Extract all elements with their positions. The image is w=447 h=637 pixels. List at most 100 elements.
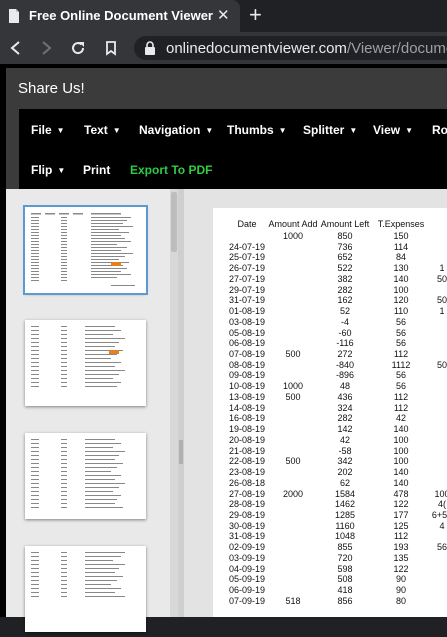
- menu-rotate[interactable]: Ro: [432, 123, 447, 137]
- table-cell: 20-08-19: [228, 434, 266, 445]
- table-cell: 4: [439, 520, 445, 531]
- table-cell: 100: [434, 488, 447, 499]
- table-cell: 31-08-19: [228, 531, 266, 542]
- table-cell: 140: [393, 424, 409, 435]
- export-to-pdf-button[interactable]: Export To PDF: [130, 163, 212, 177]
- close-tab-icon[interactable]: ✕: [217, 6, 230, 24]
- table-cell: 03-09-19: [228, 552, 266, 563]
- table-cell: 09-08-19: [228, 370, 266, 381]
- table-cell: 1: [439, 263, 445, 274]
- thumbnail-preview: [31, 213, 135, 286]
- table-header-cell: T.Expenses: [377, 219, 425, 229]
- document-page: Date Amount Add Amount Left T.Expenses 1000 8…: [213, 208, 447, 617]
- reload-icon[interactable]: [70, 40, 86, 56]
- table-cell: 50: [436, 295, 447, 306]
- url-text: onlinedocumentviewer.com/Viewer/documen: [166, 40, 447, 57]
- lock-icon: [145, 41, 155, 55]
- table-cell: 26-07-19: [228, 263, 266, 274]
- table-cell: 50: [436, 359, 447, 370]
- table-cell: 100: [393, 284, 409, 295]
- table-cell: 06-08-19: [228, 338, 266, 349]
- thumbnail-preview: [31, 439, 125, 508]
- table-cell: 90: [395, 574, 406, 585]
- thumbnail-preview: [31, 326, 125, 387]
- table-cell: 4(: [437, 499, 446, 510]
- table-cell: 23-08-19: [228, 467, 266, 478]
- table-cell: 56: [395, 338, 406, 349]
- page-thumbnail-1[interactable]: [23, 205, 148, 295]
- browser-tab-strip: Free Online Document Viewer ✕ +: [0, 0, 447, 32]
- table-cell: 150: [393, 231, 409, 241]
- table-cell: 42: [395, 413, 406, 424]
- table-cell: 24-07-19: [228, 241, 266, 252]
- table-cell: 112: [393, 349, 409, 360]
- table-cell: 6+56: [431, 509, 447, 520]
- table-cell: 112: [393, 402, 409, 413]
- viewer-menubar: File ▼ Text ▼ Navigation ▼ Thumbs ▼ Splitter…: [19, 109, 447, 189]
- page-thumbnail-2[interactable]: [25, 320, 146, 406]
- sidebar-scrollbar[interactable]: [170, 189, 178, 617]
- menu-flip[interactable]: Flip ▼: [31, 163, 65, 177]
- menu-file[interactable]: File ▼: [31, 123, 65, 137]
- table-cell: 26-08-18: [228, 477, 266, 488]
- table-cell: 06-09-19: [228, 585, 266, 596]
- browser-tab[interactable]: Free Online Document Viewer ✕: [0, 0, 240, 32]
- table-cell: 05-09-19: [228, 574, 266, 585]
- table-cell: 50: [436, 273, 447, 284]
- table-cell: 100: [393, 434, 409, 445]
- table-cell: 56: [395, 327, 406, 338]
- menu-view[interactable]: View ▼: [373, 123, 413, 137]
- table-cell: 29-07-19: [228, 284, 266, 295]
- page-thumbnail-3[interactable]: [25, 433, 146, 519]
- table-cell: 135: [393, 552, 409, 563]
- browser-toolbar: onlinedocumentviewer.com/Viewer/documen: [0, 32, 447, 64]
- table-cell: 84: [395, 252, 406, 263]
- table-cell: 80: [395, 595, 406, 606]
- table-cell: 04-09-19: [228, 563, 266, 574]
- new-tab-icon[interactable]: +: [249, 3, 262, 27]
- document-favicon-icon: [9, 9, 19, 23]
- thumbnail-preview: [31, 552, 125, 597]
- table-cell: 05-08-19: [228, 327, 266, 338]
- table-cell: 29-08-19: [228, 509, 266, 520]
- table-cell: 56: [395, 316, 406, 327]
- table-cell: 31-07-19: [228, 295, 266, 306]
- table-cell: 30-08-19: [228, 520, 266, 531]
- table-cell: 56: [436, 542, 447, 553]
- table-cell: 28-08-19: [228, 499, 266, 510]
- table-cell: 112: [393, 391, 409, 402]
- table-cell: 03-08-19: [228, 316, 266, 327]
- address-bar[interactable]: onlinedocumentviewer.com/Viewer/documen: [134, 36, 447, 60]
- table-cell: 100: [393, 445, 409, 456]
- table-cell: 02-09-19: [228, 542, 266, 553]
- table-cell: 25-07-19: [228, 252, 266, 263]
- table-cell: 16-08-19: [228, 413, 266, 424]
- table-cell: 56: [395, 381, 406, 392]
- menu-text[interactable]: Text ▼: [84, 123, 121, 137]
- table-cell: 122: [393, 563, 409, 574]
- table-cell: 100: [393, 456, 409, 467]
- back-icon[interactable]: [8, 40, 24, 56]
- menu-thumbs[interactable]: Thumbs ▼: [227, 123, 287, 137]
- menu-print[interactable]: Print: [83, 163, 110, 177]
- table-cell: 114: [393, 241, 409, 252]
- table-cell: 01-08-19: [228, 306, 266, 317]
- menu-splitter[interactable]: Splitter ▼: [303, 123, 357, 137]
- table-cell: 1: [439, 306, 445, 317]
- sidebar-scroll-thumb[interactable]: [171, 192, 177, 252]
- table-cell: 14-08-19: [228, 402, 266, 413]
- table-cell: 140: [393, 477, 409, 488]
- bookmark-icon[interactable]: [103, 40, 119, 56]
- tab-title: Free Online Document Viewer: [29, 8, 213, 23]
- table-cell: 08-08-19: [228, 359, 266, 370]
- share-us-link[interactable]: Share Us!: [18, 80, 85, 97]
- menu-navigation[interactable]: Navigation ▼: [139, 123, 213, 137]
- table-cell: 56: [395, 370, 406, 381]
- forward-icon[interactable]: [38, 40, 54, 56]
- table-cell: 112: [393, 531, 409, 542]
- page-thumbnail-4[interactable]: [25, 546, 146, 632]
- table-cell: 140: [393, 467, 409, 478]
- splitter-grip[interactable]: [179, 440, 183, 464]
- table-cell: 90: [395, 585, 406, 596]
- table-cell: 19-08-19: [228, 424, 266, 435]
